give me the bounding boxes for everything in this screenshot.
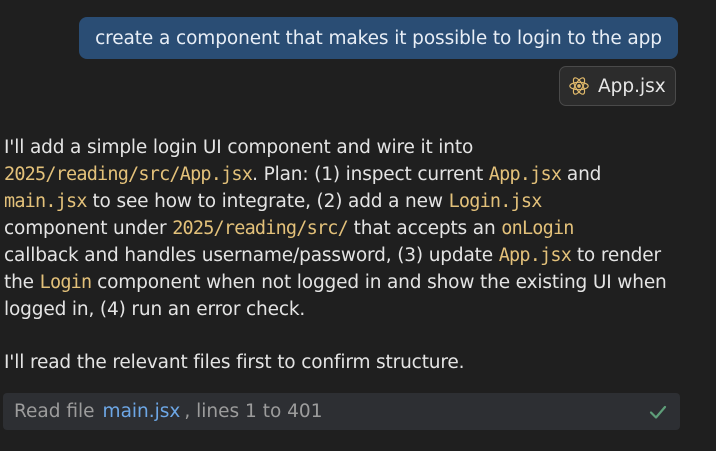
assistant-line: 2025/reading/src/App.jsx. Plan: (1) insp… [4,161,694,188]
tool-range-text: , lines 1 to 401 [184,401,323,422]
inline-code: onLogin [501,218,574,239]
assistant-followup: I'll read the relevant files first to co… [4,352,465,373]
inline-code: Login.jsx [448,191,543,212]
assistant-line: component under 2025/reading/src/ that a… [4,215,694,242]
inline-code: 2025/reading/src/App.jsx [4,164,253,185]
tool-call-read-file[interactable]: Read file main.jsx , lines 1 to 401 [3,393,680,430]
message-text: to see how to integrate, (2) add a new [86,191,449,212]
inline-code: App.jsx [498,245,572,266]
assistant-line: the Login component when not logged in a… [4,269,694,296]
message-text: I'll add a simple login UI component and… [4,137,474,158]
check-icon [649,405,667,419]
attachment-label: App.jsx [598,75,666,97]
user-message-text: create a component that makes it possibl… [95,27,662,49]
inline-code: 2025/reading/src/ [172,218,349,239]
inline-code: App.jsx [488,164,562,185]
assistant-line: logged in, (4) run an error check. [4,296,694,323]
message-text: to render [571,245,661,266]
tool-file-link[interactable]: main.jsx [103,401,181,422]
message-text: the [4,272,40,293]
message-text: logged in, (4) run an error check. [4,299,306,320]
assistant-message: I'll add a simple login UI component and… [4,134,694,323]
assistant-line: callback and handles username/password, … [4,242,694,269]
inline-code: main.jsx [4,191,88,212]
assistant-line: I'll add a simple login UI component and… [4,134,694,161]
message-text: . Plan: (1) inspect current [252,164,489,185]
message-text: callback and handles username/password, … [4,245,499,266]
assistant-line: main.jsx to see how to integrate, (2) ad… [4,188,694,215]
user-message-bubble: create a component that makes it possibl… [79,17,678,59]
message-text: component under [4,218,173,239]
attachment-chip-app-jsx[interactable]: App.jsx [559,66,676,106]
react-icon [569,77,589,95]
message-text: component when not logged in and show th… [91,272,667,293]
message-text: that accepts an [347,218,502,239]
tool-action-label: Read file [14,401,95,422]
message-text: and [561,164,602,185]
inline-code: Login [39,272,92,293]
